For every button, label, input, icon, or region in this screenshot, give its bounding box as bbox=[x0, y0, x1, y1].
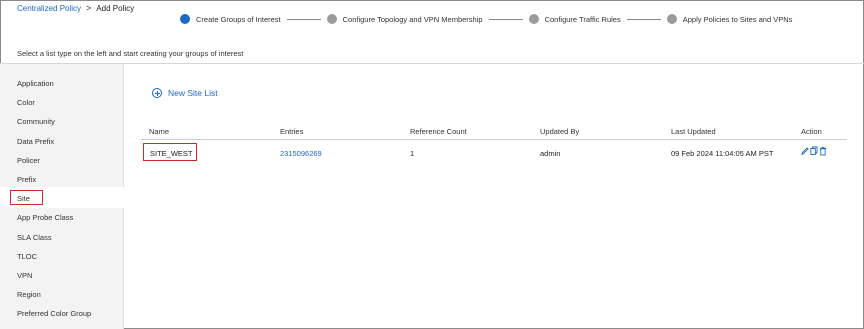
step-connector bbox=[286, 18, 321, 20]
step-dot-icon bbox=[666, 14, 677, 24]
step-label: Apply Policies to Sites and VPNs bbox=[682, 14, 793, 24]
add-circle-icon bbox=[152, 88, 162, 98]
step-label: Configure Traffic Rules bbox=[544, 14, 621, 24]
step-label: Create Groups of Interest bbox=[196, 14, 281, 24]
sidebar-item-region[interactable]: Region bbox=[17, 288, 41, 301]
divider bbox=[0, 63, 864, 64]
sidebar-item-community[interactable]: Community bbox=[17, 115, 55, 128]
wizard-steps: Create Groups of Interest Configure Topo… bbox=[180, 14, 792, 24]
sidebar-item-sla-class[interactable]: SLA Class bbox=[17, 231, 52, 244]
sidebar-item-preferred-color-group[interactable]: Preferred Color Group bbox=[17, 307, 91, 320]
sidebar-item-app-probe-class[interactable]: App Probe Class bbox=[17, 211, 73, 224]
row-actions bbox=[801, 146, 827, 156]
step-label: Configure Topology and VPN Membership bbox=[342, 14, 483, 24]
delete-icon[interactable] bbox=[819, 146, 827, 156]
sidebar-item-data-prefix[interactable]: Data Prefix bbox=[17, 135, 54, 148]
table-header-divider bbox=[141, 139, 847, 140]
column-header-last-updated[interactable]: Last Updated bbox=[671, 127, 716, 136]
step-configure-traffic-rules[interactable]: Configure Traffic Rules bbox=[528, 14, 621, 24]
column-header-action: Action bbox=[801, 127, 822, 136]
breadcrumb-centralized-policy[interactable]: Centralized Policy bbox=[17, 4, 81, 13]
site-west-highlight-box bbox=[143, 143, 197, 161]
sidebar-item-application[interactable]: Application bbox=[17, 77, 54, 90]
new-site-list-button[interactable]: New Site List bbox=[152, 88, 218, 98]
cell-reference-count: 1 bbox=[410, 149, 415, 158]
cell-last-updated: 09 Feb 2024 11:04:05 AM PST bbox=[671, 149, 774, 158]
column-header-updated-by[interactable]: Updated By bbox=[540, 127, 579, 136]
step-configure-topology[interactable]: Configure Topology and VPN Membership bbox=[326, 14, 483, 24]
instruction-text: Select a list type on the left and start… bbox=[17, 49, 244, 58]
sidebar-item-tloc[interactable]: TLOC bbox=[17, 250, 37, 263]
new-site-list-label: New Site List bbox=[168, 88, 218, 98]
column-header-reference-count[interactable]: Reference Count bbox=[410, 127, 467, 136]
copy-icon[interactable] bbox=[810, 146, 818, 156]
step-active-dot-icon bbox=[180, 14, 190, 24]
step-apply-policies[interactable]: Apply Policies to Sites and VPNs bbox=[666, 14, 793, 24]
sidebar-item-prefix[interactable]: Prefix bbox=[17, 173, 36, 186]
step-connector bbox=[626, 18, 661, 20]
edit-icon[interactable] bbox=[801, 146, 809, 156]
step-dot-icon bbox=[528, 14, 539, 24]
step-create-groups[interactable]: Create Groups of Interest bbox=[180, 14, 281, 24]
column-header-entries[interactable]: Entries bbox=[280, 127, 303, 136]
step-connector bbox=[488, 18, 523, 20]
site-highlight-box bbox=[10, 190, 43, 205]
sidebar-item-color[interactable]: Color bbox=[17, 96, 35, 109]
breadcrumb: Centralized Policy > Add Policy bbox=[17, 3, 134, 13]
cell-entries-link[interactable]: 2315096269 bbox=[280, 149, 322, 158]
column-header-name[interactable]: Name bbox=[149, 127, 169, 136]
sidebar-item-policer[interactable]: Policer bbox=[17, 154, 40, 167]
breadcrumb-separator: > bbox=[86, 3, 92, 13]
cell-updated-by: admin bbox=[540, 149, 561, 158]
breadcrumb-current: Add Policy bbox=[96, 3, 135, 13]
sidebar-item-vpn[interactable]: VPN bbox=[17, 269, 32, 282]
step-dot-icon bbox=[326, 14, 337, 24]
